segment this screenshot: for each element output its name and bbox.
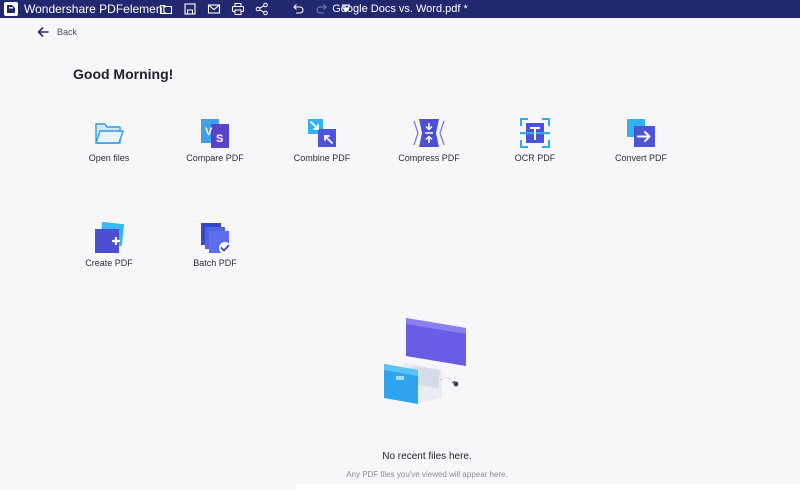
- compress-pdf-icon: [413, 119, 445, 147]
- folder-icon[interactable]: [158, 1, 174, 17]
- combine-pdf-button[interactable]: Combine PDF: [272, 117, 372, 179]
- app-logo-icon: [4, 2, 18, 16]
- back-label: Back: [57, 27, 78, 37]
- title-bar: Wondershare PDFelement Google Docs vs. W…: [0, 0, 800, 18]
- ocr-pdf-label: OCR PDF: [514, 153, 556, 163]
- compress-pdf-label: Compress PDF: [398, 153, 460, 163]
- arrow-left-icon: [37, 27, 49, 37]
- ocr-pdf-button[interactable]: OCR PDF: [485, 117, 585, 179]
- open-files-icon: [95, 123, 124, 144]
- compare-pdf-button[interactable]: V S Compare PDF: [165, 117, 265, 179]
- greeting-heading: Good Morning!: [73, 66, 174, 82]
- print-icon[interactable]: [230, 1, 246, 17]
- empty-recent-illustration: [384, 318, 466, 404]
- svg-text:S: S: [216, 133, 223, 145]
- batch-pdf-label: Batch PDF: [193, 258, 237, 268]
- batch-pdf-button[interactable]: Batch PDF: [165, 222, 265, 284]
- create-pdf-label: Create PDF: [85, 258, 133, 268]
- convert-pdf-button[interactable]: Convert PDF: [591, 117, 691, 179]
- svg-text:V: V: [205, 126, 213, 138]
- create-pdf-button[interactable]: Create PDF: [59, 222, 159, 284]
- convert-pdf-label: Convert PDF: [614, 153, 667, 163]
- save-icon[interactable]: [182, 1, 198, 17]
- compress-pdf-button[interactable]: Compress PDF: [379, 117, 479, 179]
- combine-pdf-label: Combine PDF: [293, 153, 351, 163]
- app-name: Wondershare PDFelement: [24, 2, 166, 16]
- empty-recent-subtitle: Any PDF files you've viewed will appear …: [346, 470, 508, 479]
- create-pdf-icon: [95, 222, 125, 253]
- recent-panel-edge: [296, 484, 800, 490]
- document-title: Google Docs vs. Word.pdf *: [332, 3, 468, 15]
- compare-pdf-icon: V S: [201, 119, 229, 148]
- redo-icon[interactable]: [314, 1, 330, 17]
- undo-icon[interactable]: [290, 1, 306, 17]
- ocr-pdf-icon: [520, 118, 550, 148]
- open-files-button[interactable]: Open files: [59, 117, 159, 179]
- empty-recent-title: No recent files here.: [382, 451, 472, 462]
- convert-pdf-icon: [627, 119, 655, 147]
- combine-pdf-icon: [308, 119, 336, 147]
- mail-icon[interactable]: [206, 1, 222, 17]
- share-icon[interactable]: [254, 1, 270, 17]
- compare-pdf-label: Compare PDF: [186, 153, 244, 163]
- batch-pdf-icon: [201, 223, 231, 254]
- open-files-label: Open files: [88, 153, 130, 163]
